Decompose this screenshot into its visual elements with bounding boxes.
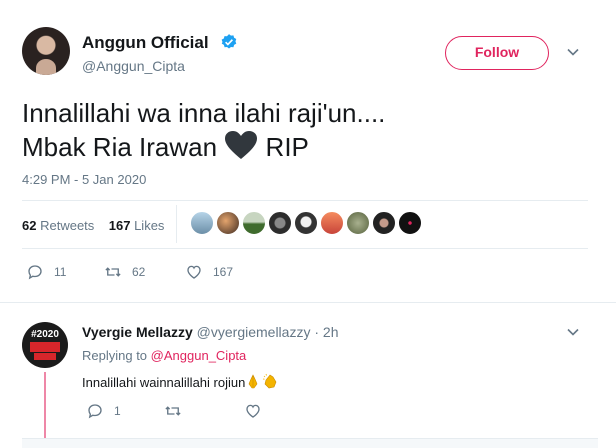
follow-button[interactable]: Follow — [445, 36, 549, 70]
black-heart-emoji — [225, 131, 258, 159]
reply-age[interactable]: 2h — [323, 324, 339, 340]
divider — [0, 302, 616, 303]
replying-to: Replying to @Anggun_Cipta — [82, 348, 246, 363]
stats-separator — [176, 205, 177, 243]
chevron-down-icon[interactable] — [566, 45, 580, 59]
like-count: 167 — [213, 265, 234, 279]
reply-avatar-text: #2020 — [31, 329, 59, 340]
retweet-action[interactable]: 62 — [104, 263, 145, 281]
retweet-icon — [165, 406, 181, 416]
liker-avatar[interactable] — [268, 211, 292, 235]
liker-avatar[interactable] — [320, 211, 344, 235]
retweet-icon — [105, 267, 121, 277]
like-icon — [246, 404, 260, 418]
tweet-text-line2-pre: Mbak Ria Irawan — [22, 132, 218, 162]
author-display-name[interactable]: Anggun Official — [82, 33, 209, 53]
tweet-stats: 62 Retweets 167 Likes — [22, 218, 164, 233]
divider — [22, 200, 588, 201]
likers-avatars — [190, 211, 422, 235]
retweets-stat[interactable]: 62 Retweets — [22, 218, 94, 233]
reply-reply-count: 1 — [114, 404, 121, 418]
reply-like-action[interactable] — [244, 402, 262, 420]
liker-avatar[interactable] — [372, 211, 396, 235]
tweet-text: Innalillahi wa inna ilahi raji'un.... Mb… — [22, 96, 582, 164]
reply-count: 11 — [54, 265, 67, 279]
replying-to-label: Replying to — [82, 348, 148, 363]
reply-icon — [28, 265, 42, 280]
like-icon — [187, 265, 201, 279]
verified-badge-icon — [221, 34, 237, 49]
reply-author: Vyergie Mellazzy @vyergiemellazzy · 2h — [82, 324, 339, 340]
replying-to-handle[interactable]: @Anggun_Cipta — [151, 348, 247, 363]
reply-author-handle[interactable]: @vyergiemellazzy — [197, 324, 311, 340]
folded-hands-emoji — [248, 374, 258, 389]
clapping-hands-emoji — [263, 373, 277, 389]
retweet-count: 62 — [132, 265, 146, 279]
like-action[interactable]: 167 — [185, 263, 233, 281]
liker-avatar[interactable] — [294, 211, 318, 235]
tweet-text-line1: Innalillahi wa inna ilahi raji'un.... — [22, 98, 386, 128]
tweet-text-line2-post: RIP — [265, 132, 309, 162]
reply-action[interactable]: 11 — [26, 263, 66, 281]
reply-reply-action[interactable]: 1 — [86, 402, 121, 420]
reply-text-body: Innalillahi wainnalillahi rojiun — [82, 375, 246, 390]
liker-avatar[interactable] — [346, 211, 370, 235]
author-handle[interactable]: @Anggun_Cipta — [82, 58, 185, 74]
tweet-text-line2: Mbak Ria Irawan RIP — [22, 130, 582, 164]
reply-author-avatar[interactable]: #2020 — [22, 322, 68, 368]
reply-retweet-action[interactable] — [164, 402, 182, 420]
liker-avatar[interactable] — [216, 211, 240, 235]
likes-stat[interactable]: 167 Likes — [109, 218, 165, 233]
liker-avatar[interactable] — [398, 211, 422, 235]
author-avatar[interactable] — [22, 27, 70, 75]
reply-author-name[interactable]: Vyergie Mellazzy — [82, 324, 193, 340]
reply-avatar-banner-small — [34, 353, 56, 360]
divider — [22, 248, 588, 249]
tweet-timestamp[interactable]: 4:29 PM - 5 Jan 2020 — [22, 172, 146, 187]
liker-avatar[interactable] — [190, 211, 214, 235]
liker-avatar[interactable] — [242, 211, 266, 235]
reply-avatar-banner — [30, 342, 60, 352]
reply-text: Innalillahi wainnalillahi rojiun — [82, 372, 279, 390]
chevron-down-icon[interactable] — [566, 325, 580, 339]
thread-line — [44, 372, 46, 438]
reply-icon — [88, 404, 102, 419]
